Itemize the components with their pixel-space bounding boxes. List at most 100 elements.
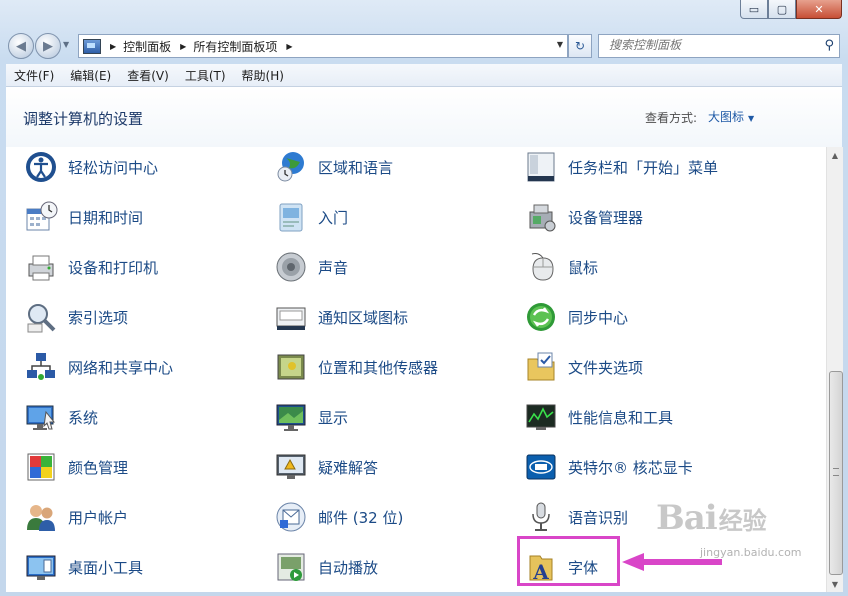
- cp-item-display[interactable]: 显示: [274, 399, 348, 435]
- menu-tools[interactable]: 工具(T): [177, 67, 234, 84]
- breadcrumb-chevron-icon[interactable]: ▶: [286, 42, 292, 51]
- search-icon[interactable]: ⚲: [824, 38, 834, 53]
- getting-started-icon: [279, 203, 303, 232]
- cp-item-location-sensor[interactable]: 位置和其他传感器: [274, 349, 438, 385]
- address-bar[interactable]: ▶ 控制面板 ▶ 所有控制面板项 ▶ ▼: [78, 34, 568, 58]
- cp-item-label: 网络和共享中心: [68, 358, 174, 377]
- maximize-button[interactable]: ▢: [768, 0, 796, 19]
- forward-arrow-icon: ▶: [43, 38, 53, 54]
- breadcrumb-chevron-icon[interactable]: ▶: [110, 42, 116, 51]
- printer-icon: [28, 255, 54, 281]
- breadcrumb-all-items[interactable]: 所有控制面板项: [193, 38, 277, 55]
- scroll-down-icon[interactable]: ▼: [827, 576, 843, 592]
- refresh-button[interactable]: ↻: [568, 34, 592, 58]
- maximize-icon: ▢: [776, 2, 788, 16]
- menu-bar: 文件(F) 编辑(E) 查看(V) 工具(T) 帮助(H): [6, 64, 842, 87]
- user-accounts-icon: [27, 505, 55, 531]
- cp-item-label: 轻松访问中心: [68, 158, 159, 177]
- cp-item-gadgets[interactable]: 桌面小工具: [24, 549, 143, 585]
- cp-item-network[interactable]: 网络和共享中心: [24, 349, 173, 385]
- close-icon: ✕: [814, 2, 824, 16]
- indexing-icon: [27, 304, 56, 333]
- cp-item-device-manager[interactable]: 设备管理器: [524, 199, 643, 235]
- cp-item-region-language[interactable]: 区域和语言: [274, 149, 393, 185]
- caption-buttons: ▭ ▢ ✕: [740, 0, 842, 20]
- date-time-icon: [26, 201, 58, 231]
- breadcrumb-chevron-icon[interactable]: ▶: [180, 42, 186, 51]
- view-by-dropdown[interactable]: 大图标 ▼: [708, 108, 754, 125]
- view-by-value: 大图标: [708, 110, 745, 124]
- minimize-button[interactable]: ▭: [740, 0, 768, 19]
- cp-item-label: 设备和打印机: [68, 258, 159, 277]
- navigation-bar: ◀ ▶ ▼ ▶ 控制面板 ▶ 所有控制面板项 ▶ ▼ ↻ ⚲: [0, 30, 848, 60]
- cp-item-notification-area[interactable]: 通知区域图标: [274, 299, 408, 335]
- cp-item-date-time[interactable]: 日期和时间: [24, 199, 143, 235]
- cp-item-label: 设备管理器: [568, 208, 644, 227]
- back-button[interactable]: ◀: [8, 33, 34, 59]
- chevron-down-icon: ▼: [748, 114, 755, 123]
- cp-item-mouse[interactable]: 鼠标: [524, 249, 598, 285]
- system-icon: [26, 405, 56, 430]
- scroll-thumb[interactable]: [829, 371, 843, 575]
- cp-item-label: 桌面小工具: [68, 558, 144, 577]
- cp-item-label: 日期和时间: [68, 208, 144, 227]
- cp-item-label: 区域和语言: [318, 158, 394, 177]
- sync-center-icon: [527, 303, 555, 331]
- network-icon: [27, 353, 55, 380]
- gadgets-icon: [26, 555, 56, 580]
- cp-item-autoplay[interactable]: 自动播放: [274, 549, 378, 585]
- cp-item-mail[interactable]: 邮件 (32 位): [274, 499, 403, 535]
- cp-item-performance[interactable]: 性能信息和工具: [524, 399, 673, 435]
- highlight-box: [517, 536, 620, 586]
- cp-item-label: 系统: [68, 408, 99, 427]
- cp-item-indexing[interactable]: 索引选项: [24, 299, 128, 335]
- vertical-scrollbar[interactable]: ▲ ▼: [826, 147, 843, 592]
- cp-item-getting-started[interactable]: 入门: [274, 199, 348, 235]
- cp-item-folder-options[interactable]: 文件夹选项: [524, 349, 643, 385]
- menu-view[interactable]: 查看(V): [119, 67, 177, 84]
- cp-item-label: 用户帐户: [68, 508, 129, 527]
- menu-help[interactable]: 帮助(H): [234, 67, 292, 84]
- menu-file[interactable]: 文件(F): [6, 67, 62, 84]
- forward-button[interactable]: ▶: [35, 33, 61, 59]
- cp-item-taskbar[interactable]: 任务栏和「开始」菜单: [524, 149, 718, 185]
- ease-of-access-icon: [26, 152, 56, 182]
- control-panel-icon: [83, 38, 101, 54]
- breadcrumb-control-panel[interactable]: 控制面板: [123, 38, 171, 55]
- cp-item-label: 任务栏和「开始」菜单: [568, 158, 719, 177]
- address-dropdown-icon[interactable]: ▼: [557, 40, 563, 49]
- cp-item-printer[interactable]: 设备和打印机: [24, 249, 158, 285]
- watermark-brand-2: 经验: [718, 507, 767, 535]
- cp-item-label: 显示: [318, 408, 349, 427]
- cp-item-color-management[interactable]: 颜色管理: [24, 449, 128, 485]
- baidu-watermark: Bai经验 jingyan.baidu.com: [656, 498, 802, 559]
- folder-options-icon: [527, 352, 555, 381]
- menu-edit[interactable]: 编辑(E): [62, 67, 119, 84]
- cp-item-ease-of-access[interactable]: 轻松访问中心: [24, 149, 158, 185]
- cp-item-label: 通知区域图标: [318, 308, 409, 327]
- region-language-icon: [277, 152, 304, 182]
- cp-item-label: 英特尔® 核芯显卡: [568, 458, 693, 477]
- cp-item-label: 颜色管理: [68, 458, 129, 477]
- mouse-icon: [531, 253, 554, 281]
- cp-item-troubleshooting[interactable]: 疑难解答: [274, 449, 378, 485]
- performance-icon: [526, 404, 556, 430]
- refresh-icon: ↻: [574, 39, 586, 53]
- cp-item-intel-graphics[interactable]: 英特尔® 核芯显卡: [524, 449, 693, 485]
- recent-pages-dropdown[interactable]: ▼: [63, 40, 69, 49]
- close-button[interactable]: ✕: [796, 0, 842, 19]
- scroll-up-icon[interactable]: ▲: [827, 147, 843, 163]
- cp-item-label: 位置和其他传感器: [318, 358, 439, 377]
- location-sensor-icon: [277, 354, 305, 380]
- page-title: 调整计算机的设置: [23, 110, 144, 128]
- scroll-grip-icon: [833, 468, 839, 476]
- cp-item-system[interactable]: 系统: [24, 399, 98, 435]
- cp-item-label: 索引选项: [68, 308, 129, 327]
- cp-item-microphone[interactable]: 语音识别: [524, 499, 628, 535]
- cp-item-user-accounts[interactable]: 用户帐户: [24, 499, 128, 535]
- display-icon: [276, 404, 306, 431]
- cp-item-sync-center[interactable]: 同步中心: [524, 299, 628, 335]
- intel-graphics-icon: [526, 454, 556, 480]
- search-input[interactable]: [599, 35, 809, 55]
- cp-item-sound[interactable]: 声音: [274, 249, 348, 285]
